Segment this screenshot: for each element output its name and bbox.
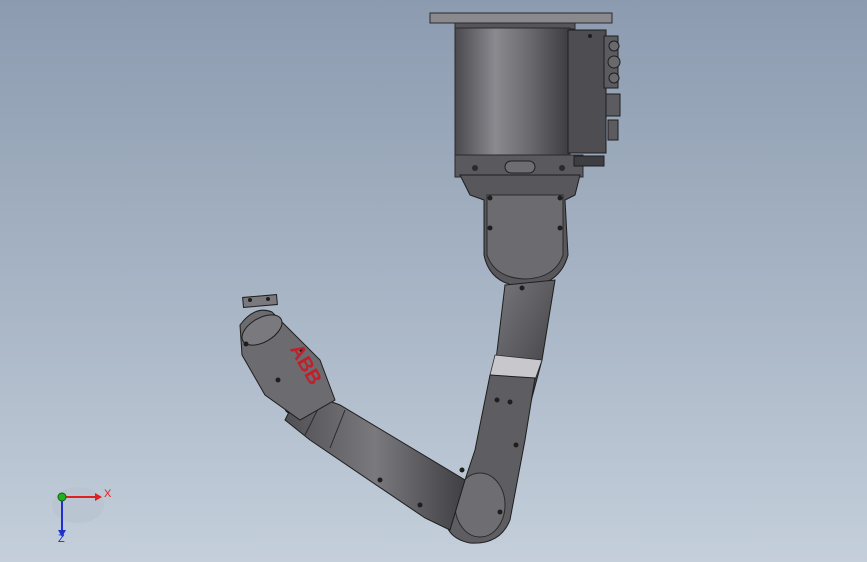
mounting-plate bbox=[429, 12, 613, 30]
x-axis-label: X bbox=[104, 488, 112, 500]
shoulder-housing bbox=[459, 174, 581, 288]
elbow-joint bbox=[444, 374, 536, 544]
robot-base bbox=[454, 27, 584, 178]
wrist-housing: ABB bbox=[239, 293, 336, 421]
robot-model-view[interactable]: ABB X Z bbox=[0, 0, 867, 562]
cad-graphics-viewport[interactable]: ABB X Z bbox=[0, 0, 867, 562]
connector-box bbox=[567, 29, 621, 167]
coordinate-triad: X Z bbox=[52, 487, 112, 545]
z-axis-label: Z bbox=[58, 533, 65, 545]
